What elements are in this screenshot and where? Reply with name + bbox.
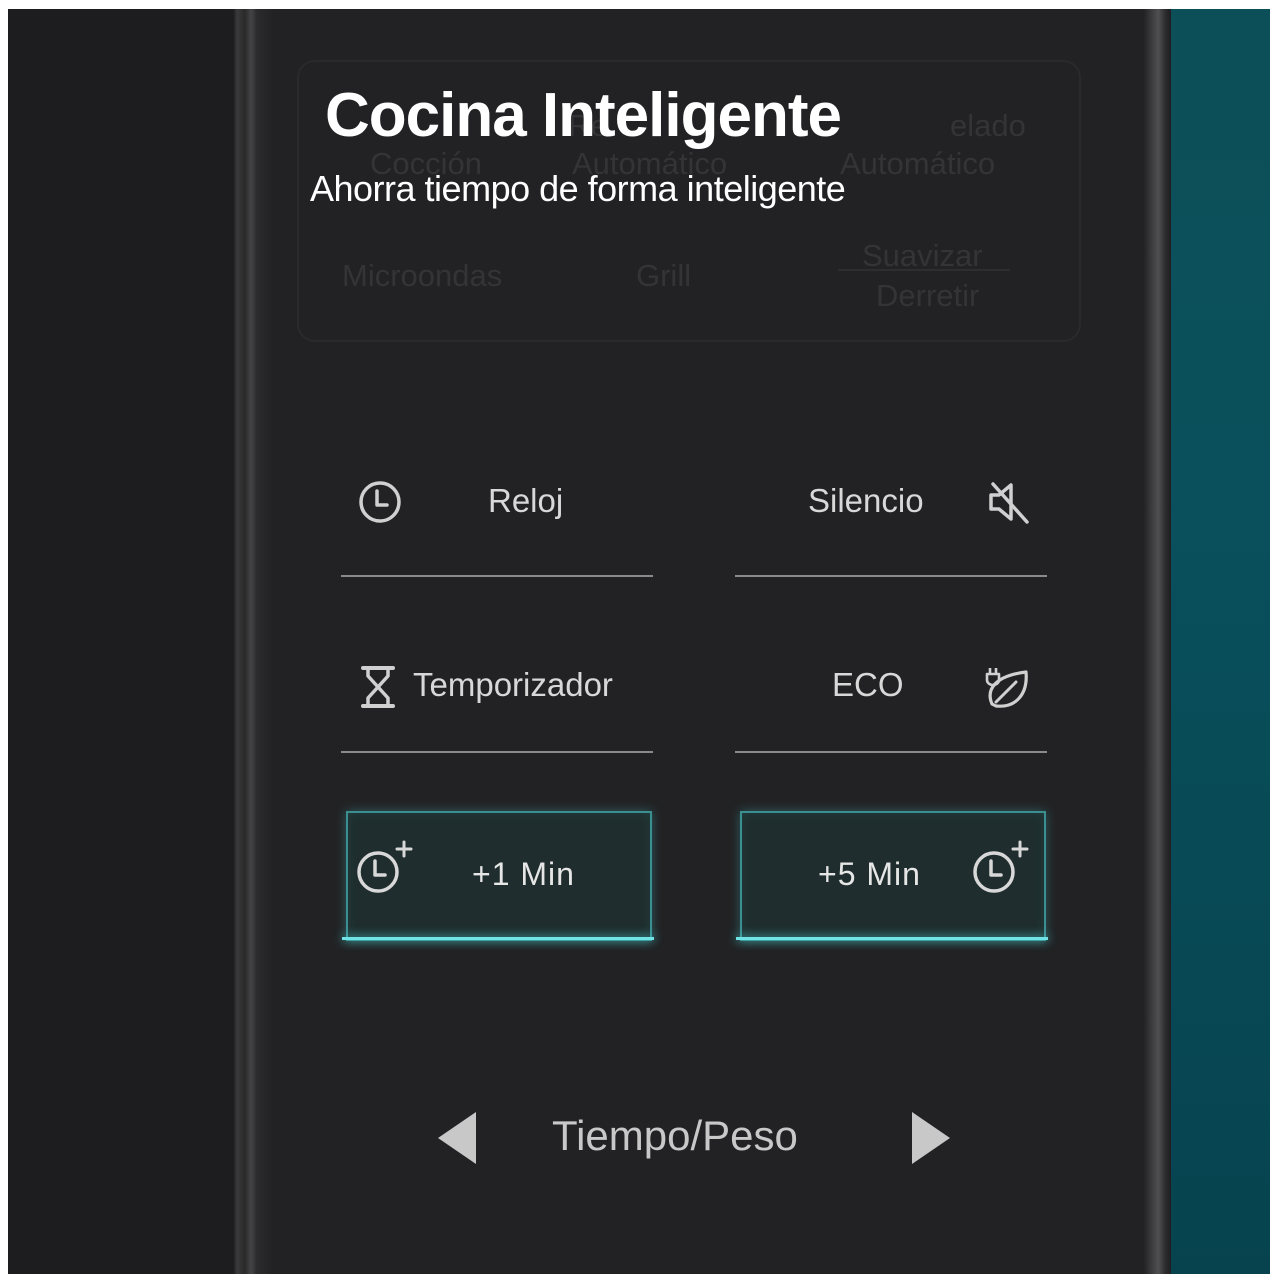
divider-timer (341, 751, 653, 753)
speaker-mute-icon (983, 476, 1035, 532)
ghost-mode-microondas: Microondas (342, 258, 503, 293)
timer-button[interactable]: Temporizador (413, 666, 613, 704)
triangle-left-icon[interactable] (436, 1110, 478, 1170)
page-subtitle: Ahorra tiempo de forma inteligente (310, 168, 846, 209)
plus-five-minutes-label: +5 Min (818, 856, 921, 892)
divider-clock (341, 575, 653, 577)
ghost-mode-automatico-2: Automático (840, 146, 996, 181)
clock-plus-icon (356, 840, 416, 900)
ghost-divider (838, 269, 1010, 271)
ghost-mode-derretir: Derretir (876, 278, 980, 313)
clock-icon (356, 478, 404, 530)
divider-eco (735, 751, 1047, 753)
right-bezel (1143, 9, 1171, 1274)
left-bezel (233, 9, 273, 1274)
ghost-mode-grill: Grill (636, 258, 692, 293)
time-weight-label: Tiempo/Peso (552, 1112, 798, 1159)
eco-button[interactable]: ECO (832, 666, 904, 704)
triangle-right-icon[interactable] (910, 1110, 952, 1170)
divider-mute (735, 575, 1047, 577)
plus-five-minutes-glow (736, 937, 1048, 940)
page-title: Cocina Inteligente (325, 81, 842, 150)
leaf-plug-icon (982, 664, 1034, 716)
mute-button[interactable]: Silencio (808, 482, 924, 520)
plus-one-minute-label: +1 Min (472, 856, 575, 892)
hourglass-icon (358, 664, 398, 714)
clock-button[interactable]: Reloj (488, 482, 563, 520)
plus-one-minute-glow (342, 937, 654, 940)
ghost-mode-elado: elado (950, 108, 1026, 143)
clock-plus-icon (972, 840, 1032, 900)
teal-background (1168, 9, 1270, 1274)
